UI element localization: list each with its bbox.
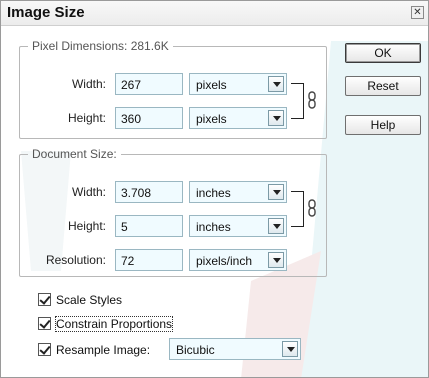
pixel-height-input[interactable]: 360 [115,107,183,129]
doc-width-input[interactable]: 3.708 [115,181,183,203]
pixel-width-label: Width: [61,77,106,91]
resolution-input[interactable]: 72 [115,249,183,271]
doc-width-unit-value: inches [196,186,231,200]
doc-height-input[interactable]: 5 [115,215,183,237]
chevron-down-icon[interactable] [268,252,284,268]
doc-width-unit-select[interactable]: inches [189,181,287,203]
resample-image-label: Resample Image: [56,343,151,357]
resample-method-value: Bicubic [176,343,215,357]
pixel-dimensions-legend: Pixel Dimensions: 281.6K [32,39,169,53]
doc-width-label-text: Width: [71,185,106,199]
resample-image-checkbox[interactable] [38,343,51,356]
reset-button[interactable]: Reset [345,76,421,96]
close-button[interactable]: ✕ [411,6,424,19]
ok-button[interactable]: OK [345,43,421,63]
resample-image-checkbox-row[interactable]: Resample Image: [38,341,168,359]
title-bar[interactable]: Image Size ✕ [1,1,428,26]
resample-method-select[interactable]: Bicubic [169,338,301,360]
pixel-height-unit-value: pixels [196,112,227,126]
chevron-down-icon[interactable] [268,218,284,234]
chevron-down-icon[interactable] [268,184,284,200]
pixel-height-label-text: Height: [67,111,106,125]
pixel-width-unit-value: pixels [196,78,227,92]
pixel-width-input[interactable]: 267 [115,73,183,95]
resolution-label-text: Resolution: [45,253,106,267]
pixel-width-label-text: Width: [71,77,106,91]
pixel-height-unit-select[interactable]: pixels [189,107,287,129]
constrain-proportions-label: Constrain Proportions [54,316,174,332]
doc-link-bracket [291,191,304,227]
doc-height-label-text: Height: [67,219,106,233]
chevron-down-icon[interactable] [282,341,298,357]
dialog-title: Image Size [7,4,85,21]
resolution-label: Resolution: [31,253,106,267]
scale-styles-checkbox[interactable] [38,293,51,306]
image-size-dialog: Image Size ✕ Pixel Dimensions: 281.6K Wi… [0,0,429,378]
chevron-down-icon[interactable] [268,76,284,92]
pixel-link-bracket [291,83,304,119]
doc-height-unit-select[interactable]: inches [189,215,287,237]
pixel-width-unit-select[interactable]: pixels [189,73,287,95]
resolution-unit-select[interactable]: pixels/inch [189,249,287,271]
chain-link-icon [308,91,316,109]
chain-link-icon [308,199,316,217]
constrain-proportions-checkbox[interactable] [38,317,51,330]
help-button[interactable]: Help [345,115,421,135]
document-size-legend: Document Size: [32,147,117,161]
doc-width-label: Width: [51,185,106,199]
scale-styles-checkbox-row[interactable]: Scale Styles [38,291,188,309]
resolution-unit-value: pixels/inch [196,254,253,268]
chevron-down-icon[interactable] [268,110,284,126]
pixel-height-label: Height: [61,111,106,125]
doc-height-unit-value: inches [196,220,231,234]
scale-styles-label: Scale Styles [56,293,123,307]
doc-height-label: Height: [51,219,106,233]
constrain-proportions-checkbox-row[interactable]: Constrain Proportions [38,315,208,333]
close-icon: ✕ [413,7,422,18]
